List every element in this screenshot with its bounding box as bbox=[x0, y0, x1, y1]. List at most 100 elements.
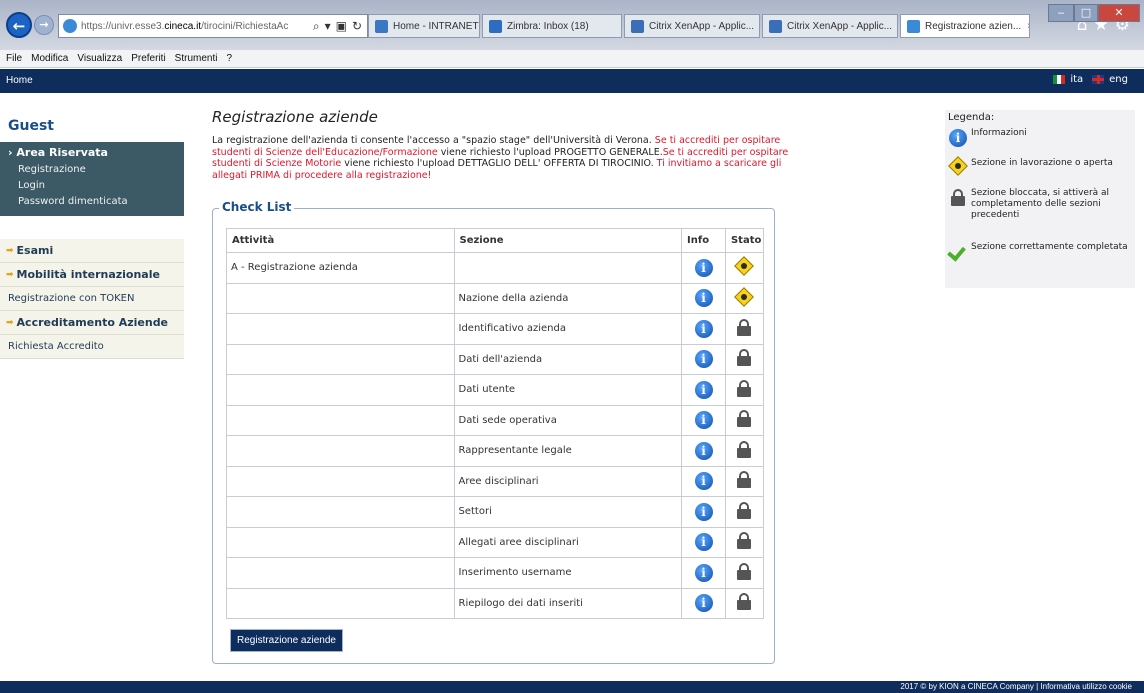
stato-cell bbox=[724, 343, 765, 375]
menu-item[interactable]: Visualizza bbox=[77, 50, 122, 67]
sezione-cell: Rappresentante legale bbox=[453, 435, 683, 467]
home-link[interactable]: Home bbox=[6, 75, 33, 86]
legend-done-text: Sezione correttamente completata bbox=[971, 242, 1128, 252]
attivita-cell bbox=[226, 404, 455, 436]
info-icon[interactable]: i bbox=[694, 441, 713, 460]
menu-item[interactable]: Modifica bbox=[31, 50, 68, 67]
info-icon[interactable]: i bbox=[694, 289, 713, 308]
search-icon[interactable]: ⌕ bbox=[313, 19, 320, 34]
sidebar-menu: ➡ Esami ➡ Mobilità internazionale Registra… bbox=[0, 239, 184, 359]
info-icon[interactable]: i bbox=[694, 472, 713, 491]
col-header-stato: Stato bbox=[724, 228, 765, 253]
table-row: Inserimento username i bbox=[226, 557, 765, 589]
lock-icon bbox=[737, 532, 752, 550]
sidebar-item-mobilita[interactable]: ➡ Mobilità internazionale bbox=[0, 263, 184, 287]
italian-flag-icon[interactable] bbox=[1053, 75, 1066, 84]
lock-icon bbox=[737, 471, 752, 489]
arrow-icon: ➡ bbox=[6, 245, 14, 256]
menu-item[interactable]: Strumenti bbox=[175, 50, 218, 67]
stato-cell bbox=[724, 374, 765, 406]
language-switcher: ita eng bbox=[1053, 74, 1132, 85]
info-icon[interactable]: i bbox=[694, 594, 713, 613]
area-riservata-link[interactable]: › Area Riservata bbox=[8, 146, 176, 159]
close-tab-icon[interactable]: × bbox=[1027, 21, 1029, 32]
browser-tab[interactable]: Registrazione azien... × bbox=[900, 14, 1030, 38]
menu-item[interactable]: File bbox=[6, 50, 22, 67]
menu-item[interactable]: ? bbox=[226, 50, 232, 67]
legend-row-in-progress: Sezione in lavorazione o aperta bbox=[945, 156, 1135, 186]
info-icon[interactable]: i bbox=[694, 350, 713, 369]
citrix-icon bbox=[631, 19, 644, 33]
menu-bar: File Modifica Visualizza Preferiti Strumenti… bbox=[0, 50, 1144, 68]
sidebar-item-richiesta-accredito[interactable]: Richiesta Accredito bbox=[0, 335, 184, 359]
guest-heading: Guest bbox=[8, 118, 54, 134]
close-window-button[interactable]: ✕ bbox=[1098, 4, 1140, 22]
attivita-cell bbox=[226, 343, 455, 375]
refresh-icon[interactable]: ↻ bbox=[352, 19, 362, 34]
info-icon[interactable]: i bbox=[694, 533, 713, 552]
lock-icon bbox=[737, 501, 752, 519]
password-dimenticata-link[interactable]: Password dimenticata bbox=[8, 194, 176, 210]
sezione-cell: Dati dell'azienda bbox=[453, 343, 683, 375]
table-row: Dati utente i bbox=[226, 374, 765, 406]
minimize-button[interactable]: ‒ bbox=[1048, 4, 1074, 22]
browser-tab[interactable]: Home - INTRANET bbox=[368, 14, 480, 38]
legend-info-text: Informazioni bbox=[971, 128, 1027, 138]
dropdown-icon[interactable]: ▾ bbox=[325, 19, 331, 34]
lock-icon bbox=[737, 318, 752, 336]
sidebar-item-accreditamento[interactable]: ➡ Accreditamento Aziende bbox=[0, 311, 184, 335]
sezione-cell: Riepilogo dei dati inseriti bbox=[453, 587, 683, 619]
legend-panel: Legenda: i Informazioni Sezione in lavor… bbox=[945, 110, 1135, 288]
info-icon[interactable]: i bbox=[694, 258, 713, 277]
browser-tab[interactable]: Citrix XenApp - Applic... bbox=[762, 14, 898, 38]
attivita-cell bbox=[226, 374, 455, 406]
registrazione-aziende-button[interactable]: Registrazione aziende bbox=[230, 629, 343, 652]
lang-ita-link[interactable]: ita bbox=[1070, 74, 1083, 85]
login-link[interactable]: Login bbox=[8, 178, 176, 194]
lang-eng-link[interactable]: eng bbox=[1109, 74, 1128, 85]
maximize-button[interactable]: □ bbox=[1074, 4, 1098, 22]
address-bar[interactable]: https://univr.esse3.cineca.it/tirocini/R… bbox=[58, 14, 368, 38]
footer[interactable]: 2017 © by KION a CINECA Company | Inform… bbox=[0, 681, 1144, 693]
in-progress-icon[interactable] bbox=[734, 286, 755, 307]
table-row: Nazione della azienda i bbox=[226, 282, 765, 314]
sezione-cell: Identificativo azienda bbox=[453, 313, 683, 345]
sidebar-item-esami[interactable]: ➡ Esami bbox=[0, 239, 184, 263]
in-progress-icon bbox=[948, 156, 968, 176]
menu-item[interactable]: Preferiti bbox=[131, 50, 165, 67]
window-controls: ‒ □ ✕ bbox=[1048, 4, 1140, 22]
attivita-cell bbox=[226, 313, 455, 345]
sezione-cell: Settori bbox=[453, 496, 683, 528]
legend-in-progress-text: Sezione in lavorazione o aperta bbox=[971, 158, 1113, 168]
info-cell: i bbox=[681, 252, 726, 284]
attivita-cell bbox=[226, 526, 455, 558]
info-icon[interactable]: i bbox=[694, 380, 713, 399]
intro-text: La registrazione dell'azienda ti consent… bbox=[212, 135, 789, 181]
uk-flag-icon[interactable] bbox=[1092, 75, 1105, 84]
info-icon[interactable]: i bbox=[694, 563, 713, 582]
url-text: https://univr.esse3.cineca.it/tirocini/R… bbox=[81, 20, 289, 32]
zimbra-icon bbox=[489, 19, 502, 33]
back-button[interactable]: ← bbox=[6, 12, 32, 38]
lock-icon bbox=[737, 349, 752, 367]
table-row: Dati sede operativa i bbox=[226, 404, 765, 436]
info-cell: i bbox=[681, 557, 726, 589]
browser-tab-label: Zimbra: Inbox (18) bbox=[507, 20, 589, 32]
sidebar-item-registrazione-token[interactable]: Registrazione con TOKEN bbox=[0, 287, 184, 311]
stato-cell bbox=[724, 587, 765, 619]
info-icon[interactable]: i bbox=[694, 502, 713, 521]
attivita-cell: A - Registrazione azienda bbox=[226, 252, 455, 284]
info-icon[interactable]: i bbox=[694, 319, 713, 338]
info-cell: i bbox=[681, 343, 726, 375]
forward-button[interactable]: → bbox=[34, 15, 54, 35]
stato-cell bbox=[724, 282, 765, 314]
browser-tab[interactable]: Citrix XenApp - Applic... bbox=[624, 14, 760, 38]
registrazione-link[interactable]: Registrazione bbox=[8, 162, 176, 178]
in-progress-icon[interactable] bbox=[734, 256, 755, 277]
ie-icon bbox=[907, 19, 920, 33]
browser-tab[interactable]: Zimbra: Inbox (18) bbox=[482, 14, 622, 38]
info-cell: i bbox=[681, 435, 726, 467]
info-cell: i bbox=[681, 313, 726, 345]
info-icon[interactable]: i bbox=[694, 411, 713, 430]
table-row: Rappresentante legale i bbox=[226, 435, 765, 467]
